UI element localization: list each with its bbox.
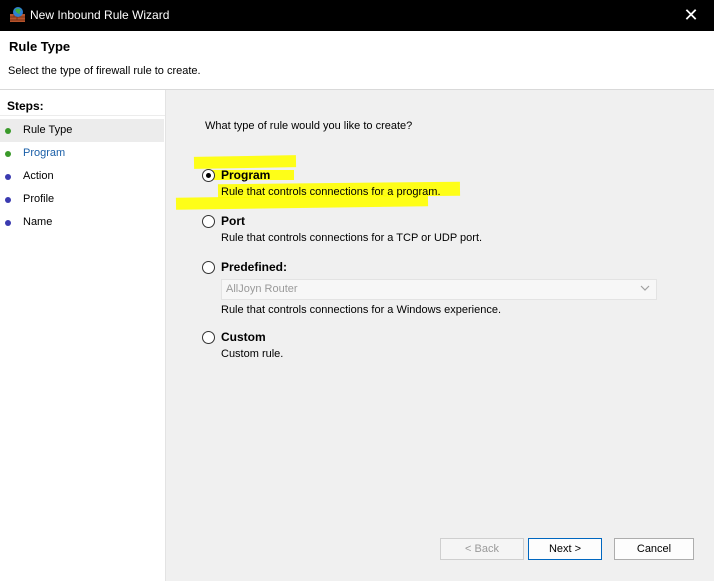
step-profile: Profile <box>0 188 164 211</box>
step-label: Action <box>23 170 54 182</box>
step-status-icon <box>5 151 11 157</box>
program-radio[interactable] <box>202 169 215 182</box>
step-name: Name <box>0 211 164 234</box>
page-header: Rule Type Select the type of firewall ru… <box>0 31 714 90</box>
option-description: Rule that controls connections for a Win… <box>221 304 502 316</box>
option-description: Custom rule. <box>221 348 284 360</box>
step-label: Program <box>23 147 66 159</box>
title-bar: New Inbound Rule Wizard ✕ <box>0 0 714 31</box>
option-description: Rule that controls connections for a TCP… <box>221 232 483 244</box>
main-content: What type of rule would you like to crea… <box>168 90 714 581</box>
divider <box>0 115 165 116</box>
step-label: Name <box>23 216 53 228</box>
predefined-select-value: AllJoyn Router <box>226 283 298 295</box>
step-label: Rule Type <box>23 124 73 136</box>
port-radio[interactable] <box>202 215 215 228</box>
option-title: Port <box>221 214 245 228</box>
custom-radio[interactable] <box>202 331 215 344</box>
step-status-icon <box>5 174 11 180</box>
step-action: Action <box>0 165 164 188</box>
step-program[interactable]: Program <box>0 142 164 165</box>
option-description: Rule that controls connections for a pro… <box>221 186 441 198</box>
option-title: Custom <box>221 330 266 344</box>
cancel-button[interactable]: Cancel <box>614 538 694 560</box>
page-title: Rule Type <box>9 39 71 54</box>
steps-heading: Steps: <box>7 99 44 113</box>
close-button[interactable]: ✕ <box>668 0 714 31</box>
option-title: Predefined: <box>221 260 288 274</box>
step-rule-type[interactable]: Rule Type <box>0 119 164 142</box>
firewall-app-icon <box>10 7 25 22</box>
rule-type-question: What type of rule would you like to crea… <box>205 120 413 132</box>
step-status-icon <box>5 197 11 203</box>
highlight-mark <box>193 155 297 169</box>
wizard-window: New Inbound Rule Wizard ✕ Rule Type Sele… <box>0 0 714 581</box>
step-label: Profile <box>23 193 55 205</box>
predefined-select[interactable]: AllJoyn Router <box>221 279 657 300</box>
back-button[interactable]: < Back <box>440 538 524 560</box>
step-status-icon <box>5 220 11 226</box>
chevron-down-icon <box>640 281 650 298</box>
next-button[interactable]: Next > <box>528 538 602 560</box>
page-subtitle: Select the type of firewall rule to crea… <box>8 65 201 77</box>
step-status-icon <box>5 128 11 134</box>
option-title: Program <box>221 168 271 182</box>
predefined-radio[interactable] <box>202 261 215 274</box>
steps-sidebar: Steps: Rule Type Program Action Profile … <box>0 90 166 581</box>
window-title: New Inbound Rule Wizard <box>30 8 170 22</box>
